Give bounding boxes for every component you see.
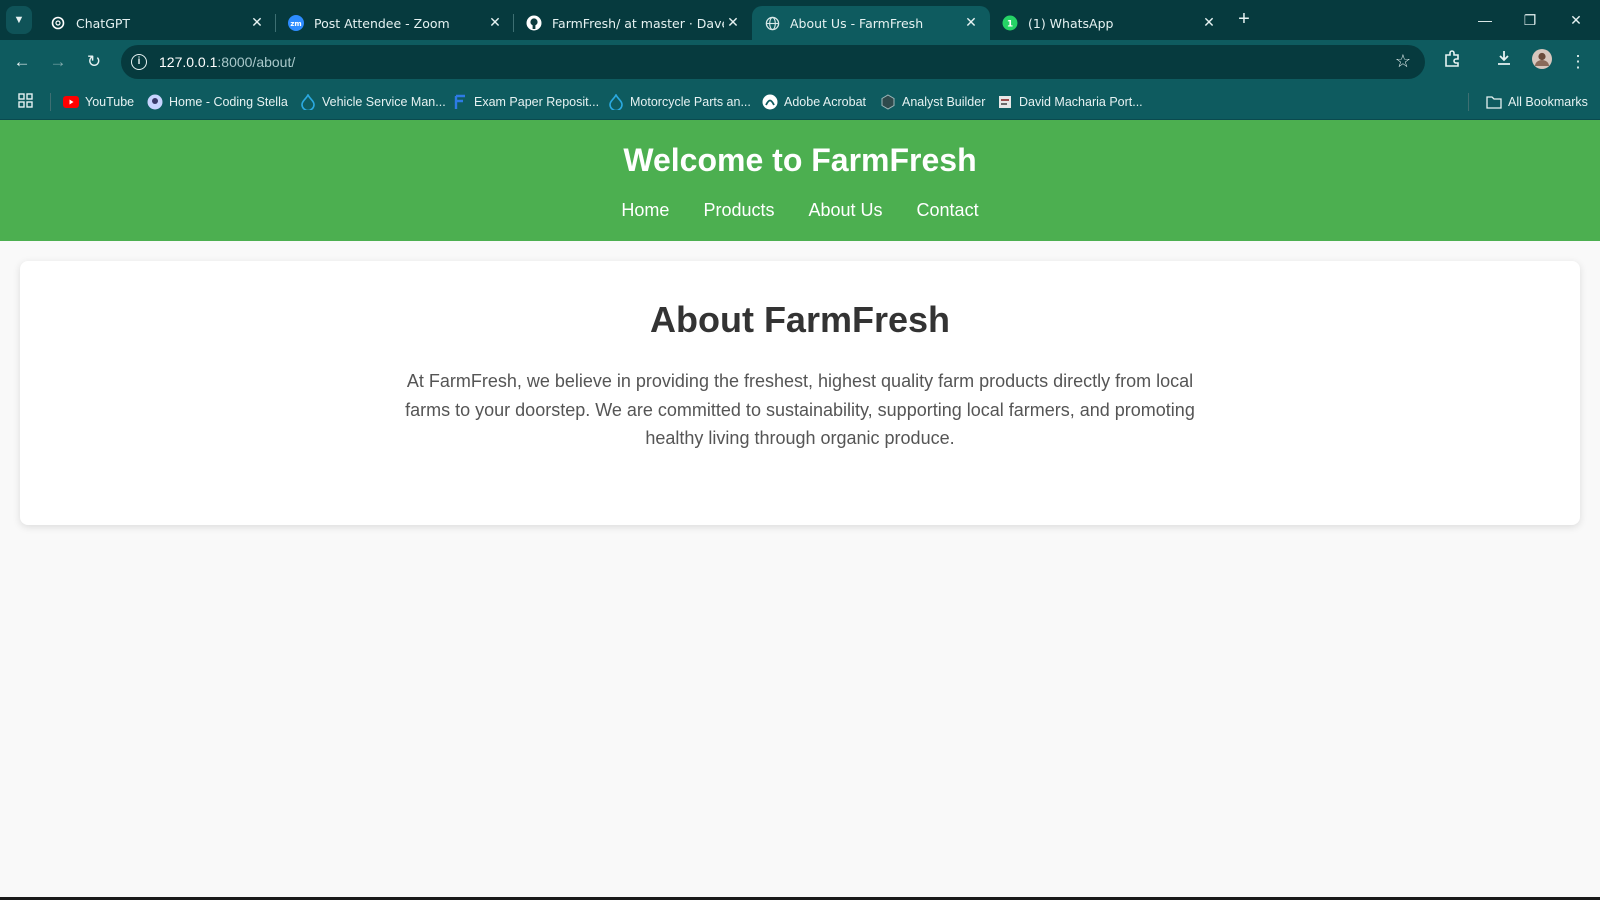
coding-stella-icon [147,94,163,110]
main-nav: Home Products About Us Contact [0,200,1600,221]
site-info-icon[interactable]: i [131,54,147,70]
svg-text:zm: zm [290,20,301,28]
minimize-button[interactable]: — [1465,6,1505,34]
plus-icon: + [1238,8,1250,30]
close-icon[interactable]: ✕ [248,15,266,31]
about-card: About FarmFresh At FarmFresh, we believe… [20,261,1580,525]
more-vert-icon: ⋮ [1569,52,1587,71]
close-icon[interactable]: ✕ [724,15,742,31]
drupal-icon [300,94,316,110]
bookmark-label: Motorcycle Parts an... [630,95,751,109]
all-bookmarks-button[interactable]: All Bookmarks [1486,92,1588,112]
bookmark-adobe-acrobat[interactable]: Adobe Acrobat [762,92,866,112]
tab-strip: ▼ ChatGPT ✕ zm Post Attendee - Zoom ✕ Fa… [0,0,1600,40]
avatar [1531,49,1553,74]
browser-toolbar: ← → ↻ i 127.0.0.1:8000/about/ ☆ ⋮ [0,40,1600,84]
downloads-button[interactable] [1490,48,1518,76]
nav-products[interactable]: Products [703,200,774,221]
tab-github[interactable]: FarmFresh/ at master · Dave-nd ✕ [514,6,752,40]
whatsapp-icon: 1 [1002,15,1018,31]
acrobat-icon [762,94,778,110]
close-icon[interactable]: ✕ [1200,15,1218,31]
window-close-button[interactable]: ✕ [1556,6,1596,34]
tab-about-farmfresh[interactable]: About Us - FarmFresh ✕ [752,6,990,40]
site-title: Welcome to FarmFresh [623,142,977,178]
extensions-button[interactable] [1438,48,1466,76]
bookmark-motorcycle-parts[interactable]: Motorcycle Parts an... [608,92,751,112]
close-icon[interactable]: ✕ [962,15,980,31]
bookmark-david-macharia[interactable]: David Macharia Port... [997,92,1143,112]
reload-button[interactable]: ↻ [80,48,108,76]
new-tab-button[interactable]: + [1232,8,1256,32]
bookmark-exam-paper[interactable]: Exam Paper Reposit... [452,92,599,112]
analyst-icon [880,94,896,110]
back-button[interactable]: ← [8,48,36,76]
tab-title: (1) WhatsApp [1028,15,1114,31]
address-bar[interactable]: i 127.0.0.1:8000/about/ ☆ [121,45,1425,79]
close-icon[interactable]: ✕ [486,15,504,31]
tab-chatgpt[interactable]: ChatGPT ✕ [38,6,276,40]
about-heading: About FarmFresh [649,299,951,340]
menu-button[interactable]: ⋮ [1564,48,1592,76]
bookmark-label: Home - Coding Stella [169,95,288,109]
tab-search-button[interactable]: ▼ [6,6,32,34]
apps-grid-icon [18,93,33,111]
bookmark-label: David Macharia Port... [1019,95,1143,109]
site-header: Welcome to FarmFresh Home Products About… [0,120,1600,241]
youtube-icon [63,94,79,110]
apps-button[interactable] [18,92,33,112]
close-icon: ✕ [1570,12,1582,28]
bookmark-vehicle-service[interactable]: Vehicle Service Man... [300,92,446,112]
chevron-down-icon: ▼ [13,14,25,26]
bookmark-label: Adobe Acrobat [784,95,867,109]
profile-button[interactable] [1528,48,1556,76]
github-icon [526,15,542,31]
address-host: 127.0.0.1 [159,54,218,70]
bookmark-youtube[interactable]: YouTube [63,92,134,112]
bookmarks-divider [50,93,51,111]
bookmark-analyst-builder[interactable]: Analyst Builder [880,92,985,112]
svg-text:1: 1 [1007,20,1013,30]
tab-title: About Us - FarmFresh [790,15,924,31]
about-body: At FarmFresh, we believe in providing th… [405,371,1195,448]
nav-about-us[interactable]: About Us [808,200,882,221]
bookmark-label: Analyst Builder [902,95,986,109]
portfolio-icon [997,94,1013,110]
tab-whatsapp[interactable]: 1 (1) WhatsApp ✕ [990,6,1228,40]
all-bookmarks-label: All Bookmarks [1508,95,1588,109]
puzzle-icon [1443,50,1461,71]
forward-button[interactable]: → [44,48,72,76]
chatgpt-icon [50,15,66,31]
folder-icon [1486,94,1502,110]
restore-button[interactable]: ❐ [1510,6,1550,34]
bookmark-label: YouTube [85,95,135,109]
bookmark-label: Exam Paper Reposit... [474,95,600,109]
tab-zoom[interactable]: zm Post Attendee - Zoom ✕ [276,6,514,40]
restore-icon: ❐ [1523,12,1537,28]
zoom-icon: zm [288,15,304,31]
f-logo-icon [452,94,468,110]
bookmarks-divider [1468,93,1469,111]
drupal-icon [608,94,624,110]
tab-title: Post Attendee - Zoom [314,15,450,31]
download-icon [1495,51,1513,71]
globe-icon [764,15,780,31]
arrow-right-icon: → [49,52,67,71]
nav-contact[interactable]: Contact [917,200,979,221]
bookmark-star-icon[interactable]: ☆ [1395,51,1411,72]
bookmarks-bar: YouTube Home - Coding Stella Vehicle Ser… [0,84,1600,120]
address-path: :8000/about/ [217,54,296,70]
bookmark-coding-stella[interactable]: Home - Coding Stella [147,92,288,112]
tab-title: ChatGPT [76,15,131,31]
arrow-left-icon: ← [13,52,31,71]
reload-icon: ↻ [86,52,102,71]
minimize-icon: — [1478,12,1492,28]
nav-home[interactable]: Home [621,200,669,221]
bookmark-label: Vehicle Service Man... [322,95,446,109]
tab-title: FarmFresh/ at master · Dave-nd [552,15,724,31]
